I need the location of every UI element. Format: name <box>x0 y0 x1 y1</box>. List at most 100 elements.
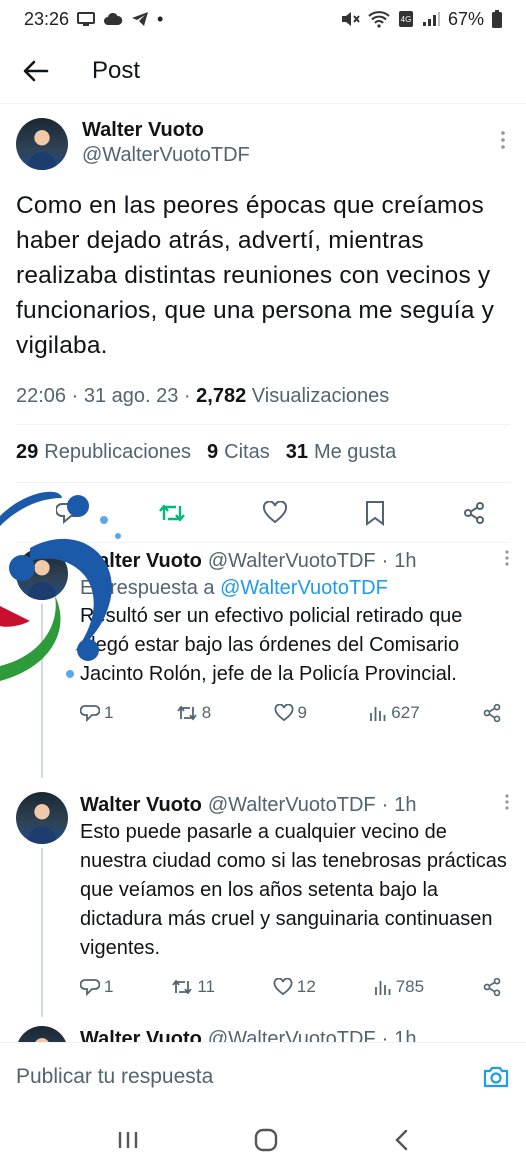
home-button[interactable] <box>254 1128 278 1152</box>
views-button[interactable]: 785 <box>374 977 424 997</box>
reply-input[interactable]: Publicar tu respuesta <box>16 1065 482 1089</box>
main-tweet: Walter Vuoto @WalterVuotoTDF Como en las… <box>0 104 526 543</box>
reply-icon <box>80 705 100 722</box>
reply-age-sep: · <box>381 794 389 816</box>
action-bar <box>16 483 510 543</box>
like-icon <box>273 978 293 996</box>
cloud-icon <box>103 12 123 26</box>
reply-icon <box>56 502 82 524</box>
replying-prefix: En respuesta a <box>80 577 215 599</box>
system-nav-bar <box>0 1110 526 1169</box>
share-icon <box>464 501 484 524</box>
more-vertical-icon <box>505 794 509 810</box>
camera-icon <box>483 1066 509 1087</box>
back-button[interactable] <box>0 38 72 104</box>
likes-label: Me gusta <box>313 441 397 463</box>
reply-button[interactable] <box>56 501 82 525</box>
home-icon <box>254 1128 278 1151</box>
page-title: Post <box>92 56 141 84</box>
likes-stat[interactable]: 31 Me gusta <box>286 441 397 464</box>
repost-count: 11 <box>197 977 216 996</box>
notification-dot: • <box>157 8 164 29</box>
thread-line <box>41 848 43 1017</box>
back-icon <box>394 1129 407 1150</box>
bookmark-button[interactable] <box>364 500 386 526</box>
like-button[interactable]: 9 <box>274 703 307 723</box>
more-options-button[interactable] <box>500 130 506 155</box>
reply-text: Esto puede pasarle a cualquier vecino de… <box>80 821 507 959</box>
views-button[interactable]: 627 <box>369 703 420 723</box>
wifi-icon <box>368 10 390 28</box>
likes-count: 31 <box>285 441 308 463</box>
share-icon <box>483 977 501 997</box>
arrow-left-icon <box>23 60 49 81</box>
camera-button[interactable] <box>482 1064 510 1090</box>
replying-mention[interactable]: @WalterVuotoTDF <box>220 577 388 599</box>
repost-button[interactable] <box>158 502 186 524</box>
reply-composer: Publicar tu respuesta <box>0 1042 526 1110</box>
share-button[interactable] <box>462 501 486 525</box>
share-button[interactable] <box>482 977 502 997</box>
views-label: Visualizaciones <box>251 385 390 407</box>
like-count: 9 <box>297 703 307 722</box>
quotes-count: 9 <box>207 441 219 463</box>
tweet-stats: 29 Republicaciones 9 Citas 31 Me gusta <box>16 425 510 483</box>
signal-icon <box>422 11 440 27</box>
reply-text: Resultó ser un efectivo policial retirad… <box>80 605 463 685</box>
reply-author-name[interactable]: Walter Vuoto <box>80 548 202 574</box>
views-count: 785 <box>395 977 425 996</box>
repost-icon <box>177 705 197 721</box>
author-handle[interactable]: @WalterVuotoTDF <box>82 142 250 168</box>
app-header: Post <box>0 38 526 104</box>
avatar[interactable] <box>16 548 68 600</box>
reposts-stat[interactable]: 29 Republicaciones <box>16 441 191 464</box>
views-icon <box>370 707 386 721</box>
thread-line <box>41 604 43 778</box>
like-count: 12 <box>296 977 316 996</box>
repost-button[interactable]: 8 <box>176 703 211 723</box>
like-button[interactable] <box>262 500 288 525</box>
reply-button[interactable]: 1 <box>80 977 113 997</box>
reply-button[interactable]: 1 <box>80 703 113 723</box>
nav-back-button[interactable] <box>393 1129 409 1151</box>
reply-actions: 1 11 12 785 <box>80 977 510 997</box>
author-name[interactable]: Walter Vuoto <box>82 118 250 142</box>
tweet-date: 31 ago. 23 <box>83 385 179 407</box>
screen-icon <box>77 11 96 27</box>
reposts-label: Republicaciones <box>44 441 192 463</box>
tweet-time: 22:06 <box>16 385 67 407</box>
reply-more-button[interactable] <box>504 792 510 818</box>
like-button[interactable]: 12 <box>273 977 316 997</box>
reply-more-button[interactable] <box>504 548 510 574</box>
quotes-label: Citas <box>224 441 270 463</box>
reply-author-name[interactable]: Walter Vuoto <box>80 792 202 818</box>
reply-item[interactable]: Walter Vuoto @WalterVuotoTDF · 1h En res… <box>0 548 526 778</box>
battery-icon <box>492 10 502 28</box>
avatar[interactable] <box>16 792 68 844</box>
more-vertical-icon <box>505 550 509 566</box>
tweet-text: Como en las peores épocas que creíamos h… <box>16 192 495 359</box>
repost-icon <box>159 504 185 521</box>
share-button[interactable] <box>482 703 502 723</box>
reply-age: 1h <box>394 794 417 816</box>
reply-age-sep: · <box>381 550 389 572</box>
reposts-count: 29 <box>16 441 39 463</box>
repost-count: 8 <box>201 703 212 722</box>
recents-icon <box>119 1131 138 1148</box>
svg-text:4G: 4G <box>401 15 412 24</box>
quotes-stat[interactable]: 9 Citas <box>207 441 270 464</box>
like-icon <box>274 704 293 722</box>
repost-button[interactable]: 11 <box>171 977 215 997</box>
avatar[interactable] <box>16 118 68 170</box>
bookmark-icon <box>366 500 384 526</box>
reply-age: 1h <box>394 550 417 572</box>
mute-icon <box>340 10 360 28</box>
reply-author-handle[interactable]: @WalterVuotoTDF <box>208 548 376 574</box>
tweet-meta: 22:06 · 31 ago. 23 · 2,782 Visualizacion… <box>16 385 510 425</box>
more-vertical-icon <box>501 131 505 149</box>
reply-author-handle[interactable]: @WalterVuotoTDF <box>208 792 376 818</box>
reply-count: 1 <box>104 703 114 722</box>
recents-button[interactable] <box>117 1130 139 1150</box>
reply-item[interactable]: Walter Vuoto @WalterVuotoTDF · 1h Esto p… <box>0 792 526 1017</box>
views-count: 627 <box>391 703 420 722</box>
